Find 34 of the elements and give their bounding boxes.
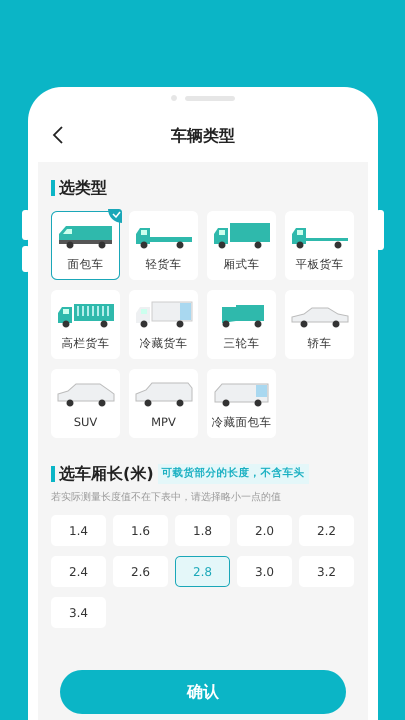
page-title: 车辆类型	[171, 124, 235, 146]
check-icon	[108, 209, 122, 223]
vehicle-option[interactable]: 冷藏货车	[129, 290, 198, 359]
section-title: 选车厢长(米)	[59, 463, 154, 485]
vehicle-option[interactable]: 面包车	[51, 211, 120, 280]
vehicle-option[interactable]: SUV	[51, 369, 120, 438]
back-icon[interactable]	[52, 126, 64, 144]
length-option[interactable]: 2.6	[113, 556, 168, 587]
length-option[interactable]: 2.0	[237, 515, 292, 546]
length-option[interactable]: 2.4	[51, 556, 106, 587]
length-option[interactable]: 3.2	[299, 556, 354, 587]
vehicle-option[interactable]: 轻货车	[129, 211, 198, 280]
section-marker	[51, 180, 55, 196]
section-title: 选类型	[59, 177, 107, 199]
length-option[interactable]: 3.0	[237, 556, 292, 587]
vehicle-option[interactable]: 高栏货车	[51, 290, 120, 359]
vehicle-option[interactable]: MPV	[129, 369, 198, 438]
vehicle-option[interactable]: 平板货车	[285, 211, 354, 280]
box-truck-icon	[134, 299, 194, 329]
vehicle-option[interactable]: 轿车	[285, 290, 354, 359]
length-option[interactable]: 1.6	[113, 515, 168, 546]
length-option[interactable]: 2.2	[299, 515, 354, 546]
camera-dot	[171, 95, 177, 101]
speaker-slot	[185, 96, 235, 100]
length-option[interactable]: 1.8	[175, 515, 230, 546]
section-marker	[51, 466, 55, 482]
vehicle-option[interactable]: 三轮车	[207, 290, 276, 359]
hint-text: 若实际测量长度值不在下表中，请选择略小一点的值	[51, 490, 282, 505]
vehicle-option[interactable]: 冷藏面包车	[207, 369, 276, 438]
length-option[interactable]: 3.4	[51, 597, 106, 628]
vehicle-option[interactable]: 厢式车	[207, 211, 276, 280]
note-tag: 可载货部分的长度，不含车头	[158, 464, 309, 484]
length-option[interactable]: 1.4	[51, 515, 106, 546]
box-truck-icon	[212, 220, 272, 250]
